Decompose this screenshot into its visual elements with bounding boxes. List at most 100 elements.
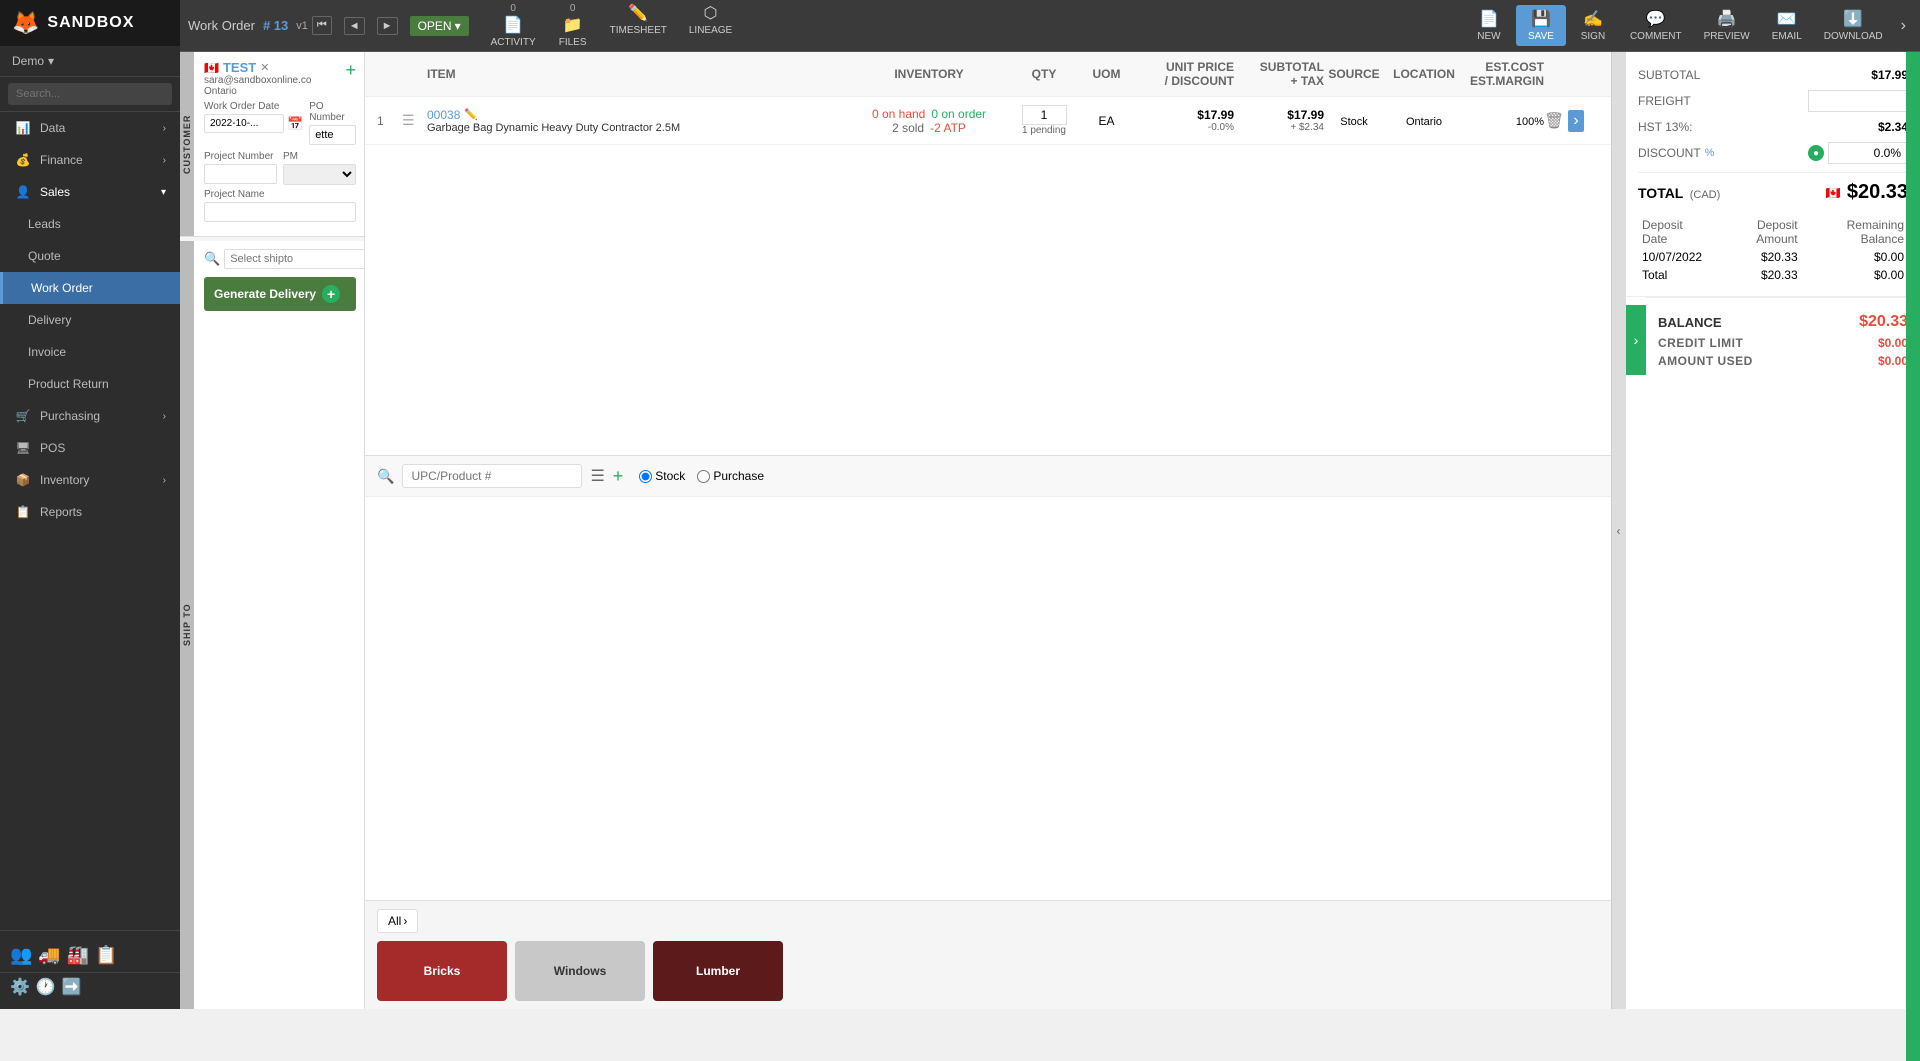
add-customer-btn[interactable]: + <box>345 60 356 81</box>
nav-next-btn[interactable]: ► <box>377 17 398 35</box>
sidebar-label-product-return: Product Return <box>28 377 109 391</box>
download-icon: ⬇️ <box>1843 9 1863 29</box>
bricks-card[interactable]: Bricks <box>377 941 507 1001</box>
sidebar-item-leads[interactable]: Leads <box>0 208 180 240</box>
new-action[interactable]: 📄 NEW <box>1464 5 1514 46</box>
truck-icon[interactable]: 🚚 <box>38 945 60 966</box>
email-label: EMAIL <box>1772 31 1802 42</box>
generate-delivery-btn[interactable]: Generate Delivery + <box>204 277 356 311</box>
sidebar-item-finance[interactable]: 💰 Finance › <box>0 144 180 176</box>
sidebar-item-purchasing[interactable]: 🛒 Purchasing › <box>0 400 180 432</box>
files-action[interactable]: 0 📁 FILES <box>548 0 598 52</box>
customer-name[interactable]: TEST <box>223 60 256 75</box>
sidebar-item-product-return[interactable]: Product Return <box>0 368 180 400</box>
sidebar-label-work-order: Work Order <box>31 281 93 295</box>
shipto-tab[interactable]: SHIP TO <box>180 241 194 1009</box>
sidebar-demo[interactable]: Demo ▾ <box>0 46 180 77</box>
clock-icon[interactable]: 🕐 <box>36 977 56 997</box>
app-name: SANDBOX <box>47 14 134 32</box>
project-name-input[interactable] <box>204 202 356 222</box>
logout-icon[interactable]: ➡️ <box>62 977 82 997</box>
qty-input[interactable] <box>1022 105 1067 125</box>
add-item-btn[interactable]: + <box>613 466 624 487</box>
section-title: Work Order <box>188 18 255 33</box>
filter-icon[interactable]: ☰ <box>590 466 604 486</box>
discount-circle-btn[interactable]: ● <box>1808 145 1824 161</box>
item-drag-handle[interactable]: ☰ <box>402 112 427 129</box>
timesheet-action[interactable]: ✏️ TIMESHEET <box>600 0 677 52</box>
purchase-radio-label[interactable]: Purchase <box>697 469 764 483</box>
comment-action[interactable]: 💬 COMMENT <box>1620 5 1692 46</box>
sidebar-item-work-order[interactable]: Work Order <box>0 272 180 304</box>
sidebar-item-quote[interactable]: Quote <box>0 240 180 272</box>
sidebar-item-data[interactable]: 📊 Data › <box>0 112 180 144</box>
more-btn[interactable]: › <box>1895 5 1912 46</box>
deposit-total-label: Total <box>1638 266 1714 284</box>
topbar-left-actions: 0 📄 ACTIVITY 0 📁 FILES ✏️ TIMESHEET ⬡ LI… <box>481 0 743 52</box>
expand-item-btn[interactable]: › <box>1568 110 1583 132</box>
sidebar-item-inventory[interactable]: 📦 Inventory › <box>0 464 180 496</box>
activity-action-wrapper: 0 📄 ACTIVITY <box>481 0 546 52</box>
shipto-content: 🔍 + Generate Delivery + <box>204 249 356 311</box>
email-action[interactable]: ✉️ EMAIL <box>1762 5 1812 46</box>
subtotal-row: SUBTOTAL $17.99 <box>1638 64 1908 86</box>
preview-label: PREVIEW <box>1704 31 1750 42</box>
discount-input[interactable] <box>1828 142 1908 164</box>
sign-action[interactable]: ✍️ SIGN <box>1568 5 1618 46</box>
left-panel: CUSTOMER 🇨🇦 TEST ✕ sara@sandboxonline.co… <box>180 52 365 1009</box>
settings-icon[interactable]: ⚙️ <box>10 977 30 997</box>
purchase-radio[interactable] <box>697 470 710 483</box>
credit-limit-row: CREDIT LIMIT $0.00 <box>1658 334 1908 352</box>
all-tab-arrow: › <box>403 914 407 928</box>
nav-prev-btn[interactable]: ◄ <box>344 17 365 35</box>
expand-right-btn[interactable]: › <box>1626 305 1646 375</box>
item-edit-icon[interactable]: ✏️ <box>464 108 478 121</box>
customer-content: 🇨🇦 TEST ✕ sara@sandboxonline.co Ontario … <box>204 60 356 222</box>
shipto-search-row: 🔍 + <box>204 249 356 269</box>
hst-label: HST 13%: <box>1638 120 1692 134</box>
download-action[interactable]: ⬇️ DOWNLOAD <box>1814 5 1893 46</box>
product-search-input[interactable] <box>402 464 582 488</box>
customer-tab[interactable]: CUSTOMER <box>180 52 194 236</box>
sidebar-item-reports[interactable]: 📋 Reports <box>0 496 180 528</box>
sidebar-item-sales[interactable]: 👤 Sales ▾ <box>0 176 180 208</box>
lineage-action[interactable]: ⬡ LINEAGE <box>679 0 742 52</box>
search-input[interactable] <box>8 83 172 105</box>
delete-item-btn[interactable]: 🗑 <box>1544 111 1564 131</box>
all-tab-btn[interactable]: All › <box>377 909 418 933</box>
calendar-icon[interactable]: 📅 <box>287 116 303 132</box>
activity-badge: 0 <box>510 3 516 14</box>
factory-icon[interactable]: 🏭 <box>67 945 89 966</box>
board-icon[interactable]: 📋 <box>95 945 117 966</box>
sidebar-item-delivery[interactable]: Delivery <box>0 304 180 336</box>
sidebar-item-invoice[interactable]: Invoice <box>0 336 180 368</box>
windows-card[interactable]: Windows <box>515 941 645 1001</box>
customer-clear-icon[interactable]: ✕ <box>260 61 269 74</box>
users-icon[interactable]: 👥 <box>10 945 32 966</box>
stock-radio[interactable] <box>639 470 652 483</box>
item-link[interactable]: 00038 <box>427 108 460 122</box>
date-input[interactable] <box>204 114 284 133</box>
sidebar-bottom-icons: 👥 🚚 🏭 📋 <box>0 939 180 972</box>
shipto-search-input[interactable] <box>224 249 365 269</box>
pm-select[interactable] <box>283 164 356 185</box>
po-input[interactable] <box>309 125 356 145</box>
purchasing-arrow: › <box>163 411 166 422</box>
activity-action[interactable]: 0 📄 ACTIVITY <box>481 0 546 52</box>
status-btn[interactable]: OPEN ▾ <box>410 16 469 36</box>
lumber-card[interactable]: Lumber <box>653 941 783 1001</box>
project-number-input[interactable] <box>204 164 277 184</box>
comment-icon: 💬 <box>1646 9 1666 29</box>
discount-label-group: DISCOUNT % <box>1638 146 1714 160</box>
sidebar-item-pos[interactable]: 🖥 POS <box>0 432 180 464</box>
reports-icon: 📋 <box>14 505 32 519</box>
nav-first-btn[interactable]: ⏮ <box>312 16 332 35</box>
po-label: PO Number <box>309 101 356 123</box>
work-order-date-row: Work Order Date 📅 PO Number <box>204 101 356 145</box>
preview-action[interactable]: 🖨️ PREVIEW <box>1694 5 1760 46</box>
collapse-icon: ‹ <box>1617 524 1621 538</box>
stock-radio-label[interactable]: Stock <box>639 469 685 483</box>
save-action[interactable]: 💾 SAVE <box>1516 5 1566 46</box>
collapse-panel-btn[interactable]: ‹ <box>1611 52 1625 1009</box>
freight-input[interactable] <box>1808 90 1908 112</box>
